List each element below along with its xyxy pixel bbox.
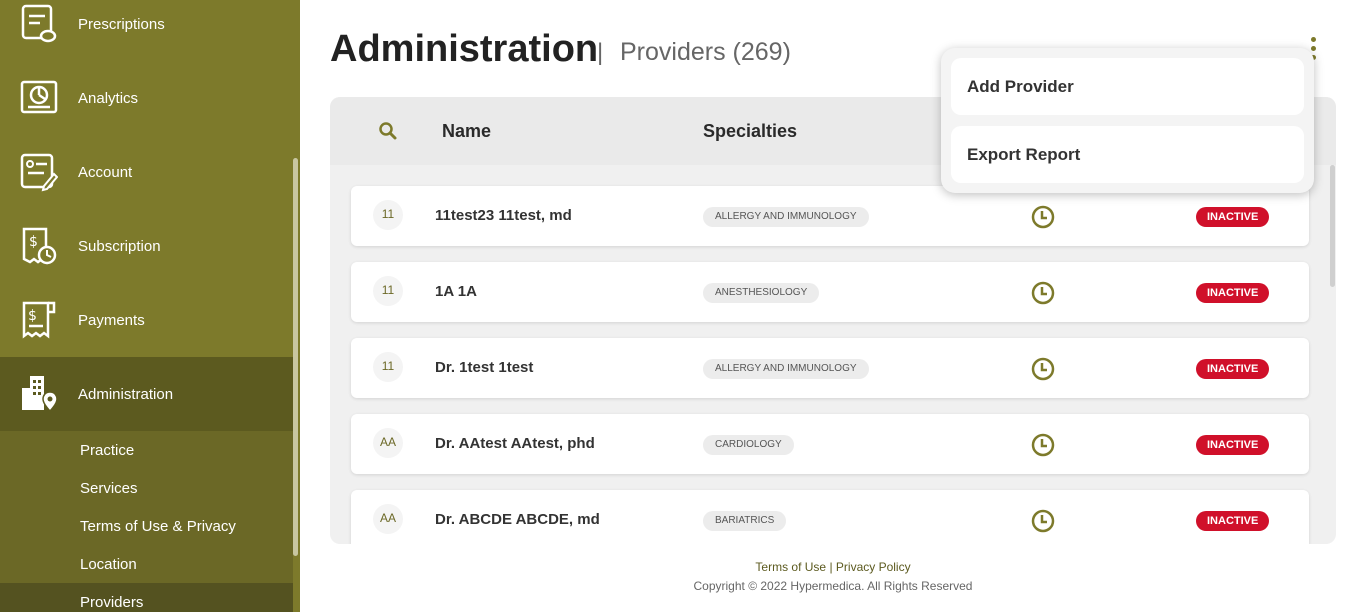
table-row[interactable]: 11 1A 1A ANESTHESIOLOGY INACTIVE: [351, 262, 1309, 322]
status-badge: INACTIVE: [1196, 435, 1270, 455]
avatar: AA: [373, 504, 403, 534]
privacy-link[interactable]: Privacy Policy: [836, 560, 911, 574]
sidebar-item-payments[interactable]: $ Payments: [0, 283, 293, 357]
options-menu: Add Provider Export Report: [941, 48, 1314, 193]
submenu-item-practice[interactable]: Practice: [80, 442, 134, 459]
provider-name: 11test23 11test, md: [435, 207, 572, 224]
export-report-button[interactable]: Export Report: [951, 126, 1304, 183]
specialty-badge: ALLERGY AND IMMUNOLOGY: [703, 359, 869, 379]
sidebar-item-label: Prescriptions: [78, 15, 165, 33]
sidebar-scrollbar[interactable]: [293, 158, 298, 556]
sidebar-item-analytics[interactable]: Analytics: [0, 61, 293, 135]
specialty-badge: ALLERGY AND IMMUNOLOGY: [703, 207, 869, 227]
table-row[interactable]: AA Dr. ABCDE ABCDE, md BARIATRICS INACTI…: [351, 490, 1309, 544]
specialty-badge: ANESTHESIOLOGY: [703, 283, 820, 303]
sidebar-item-prescriptions[interactable]: Prescriptions: [0, 0, 293, 61]
title-separator: |: [597, 39, 604, 66]
submenu-item-providers[interactable]: Providers: [80, 594, 143, 611]
specialty-badge: BARIATRICS: [703, 511, 787, 531]
submenu-item-services[interactable]: Services: [80, 480, 138, 497]
sidebar-item-label: Payments: [78, 311, 145, 329]
column-header-name[interactable]: Name: [442, 121, 491, 142]
avatar: 11: [373, 352, 403, 382]
prescription-icon: [21, 4, 57, 43]
footer-divider: |: [829, 560, 833, 574]
sidebar-item-account[interactable]: Account: [0, 135, 293, 209]
svg-text:$: $: [29, 234, 38, 250]
analytics-icon: [20, 80, 58, 114]
add-provider-button[interactable]: Add Provider: [951, 58, 1304, 115]
footer-links: Terms of Use | Privacy Policy: [0, 560, 1366, 574]
sidebar-item-administration[interactable]: Administration: [0, 357, 293, 431]
sidebar-item-label: Analytics: [78, 89, 139, 107]
clock-icon[interactable]: [1031, 205, 1055, 229]
sidebar-item-label: Administration: [78, 385, 174, 403]
table-row[interactable]: 11 Dr. 1test 1test ALLERGY AND IMMUNOLOG…: [351, 338, 1309, 398]
avatar: 11: [373, 276, 403, 306]
provider-name: Dr. AAtest AAtest, phd: [435, 435, 595, 452]
provider-name: Dr. ABCDE ABCDE, md: [435, 511, 600, 528]
table-row[interactable]: AA Dr. AAtest AAtest, phd CARDIOLOGY INA…: [351, 414, 1309, 474]
sidebar-item-label: Subscription: [78, 237, 161, 255]
clock-icon[interactable]: [1031, 357, 1055, 381]
page-subtitle: Providers (269): [620, 38, 791, 66]
status-badge: INACTIVE: [1196, 511, 1270, 531]
provider-name: Dr. 1test 1test: [435, 359, 534, 376]
status-badge: INACTIVE: [1196, 283, 1270, 303]
sidebar-item-label: Account: [78, 163, 133, 181]
column-header-specialties[interactable]: Specialties: [703, 121, 797, 142]
sidebar: Prescriptions Analytics Account $ Subscr…: [0, 0, 300, 612]
clock-icon[interactable]: [1031, 509, 1055, 533]
terms-link[interactable]: Terms of Use: [755, 560, 826, 574]
table-row[interactable]: 11 11test23 11test, md ALLERGY AND IMMUN…: [351, 186, 1309, 246]
svg-text:$: $: [28, 308, 37, 324]
clock-icon[interactable]: [1031, 433, 1055, 457]
clock-icon[interactable]: [1031, 281, 1055, 305]
submenu-item-terms-privacy[interactable]: Terms of Use & Privacy: [80, 518, 236, 535]
table-scrollbar[interactable]: [1330, 165, 1335, 287]
status-badge: INACTIVE: [1196, 359, 1270, 379]
account-icon: [20, 153, 58, 192]
specialty-badge: CARDIOLOGY: [703, 435, 794, 455]
subscription-icon: $: [22, 227, 57, 265]
search-icon[interactable]: [378, 121, 398, 141]
sidebar-item-subscription[interactable]: $ Subscription: [0, 209, 293, 283]
copyright: Copyright © 2022 Hypermedica. All Rights…: [693, 579, 973, 593]
provider-name: 1A 1A: [435, 283, 477, 300]
avatar: AA: [373, 428, 403, 458]
payments-icon: $: [22, 301, 56, 339]
page-title: Administration: [330, 28, 599, 70]
avatar: 11: [373, 200, 403, 230]
status-badge: INACTIVE: [1196, 207, 1270, 227]
building-location-icon: [22, 376, 58, 413]
